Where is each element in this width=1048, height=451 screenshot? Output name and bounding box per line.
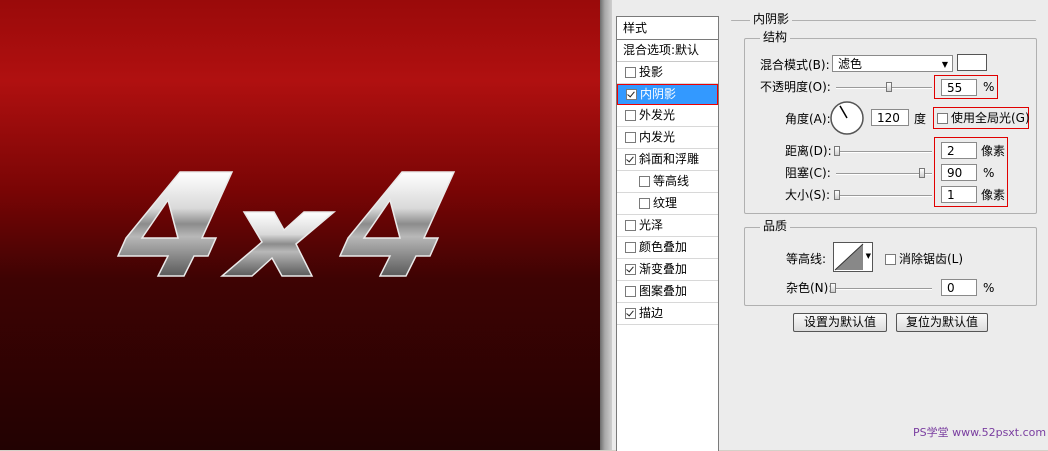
contour-dropdown-icon[interactable]: ▼ <box>866 252 871 260</box>
opacity-slider-thumb[interactable] <box>885 82 892 92</box>
style-item[interactable]: 颜色叠加 <box>617 237 718 259</box>
size-slider-thumb[interactable] <box>834 190 840 200</box>
style-item-label: 等高线 <box>653 174 690 188</box>
style-item[interactable]: 内阴影 <box>617 84 718 105</box>
style-item-label: 图案叠加 <box>639 284 688 298</box>
style-item-checkbox[interactable] <box>625 286 636 297</box>
quality-group-title: 品质 <box>760 219 791 233</box>
style-item-label: 内发光 <box>639 130 676 144</box>
style-item[interactable]: 图案叠加 <box>617 281 718 303</box>
style-item-checkbox[interactable] <box>626 89 637 100</box>
logo-4x4-artwork <box>116 171 456 277</box>
anti-alias-checkbox[interactable]: 消除锯齿(L) <box>885 251 963 267</box>
angle-unit: 度 <box>914 112 927 126</box>
global-light-label: 使用全局光(G) <box>951 111 1030 125</box>
style-item[interactable]: 渐变叠加 <box>617 259 718 281</box>
style-item-checkbox[interactable] <box>625 308 636 319</box>
distance-label: 距离(D): <box>785 144 832 158</box>
angle-label: 角度(A): <box>785 112 831 126</box>
blend-color-swatch[interactable] <box>957 54 987 71</box>
style-item-checkbox[interactable] <box>625 67 636 78</box>
style-item-label: 描边 <box>639 306 664 320</box>
blend-mode-value: 滤色 <box>838 57 863 71</box>
style-item-label: 颜色叠加 <box>639 240 688 254</box>
size-input[interactable]: 1 <box>941 186 977 203</box>
style-item[interactable]: 外发光 <box>617 105 718 127</box>
style-item-checkbox[interactable] <box>625 132 636 143</box>
blend-mode-label: 混合模式(B): <box>760 58 830 72</box>
canvas-scrollbar[interactable] <box>600 0 612 450</box>
anti-alias-label: 消除锯齿(L) <box>899 252 964 266</box>
chevron-down-icon: ▼ <box>941 60 948 69</box>
global-light-checkbox[interactable]: 使用全局光(G) <box>937 110 1030 126</box>
style-item-checkbox[interactable] <box>625 110 636 121</box>
style-item-checkbox[interactable] <box>625 242 636 253</box>
style-item-label: 内阴影 <box>640 87 677 101</box>
style-item-checkbox[interactable] <box>639 198 650 209</box>
noise-slider-thumb[interactable] <box>830 283 836 293</box>
panel-title: 内阴影 <box>750 12 793 26</box>
opacity-input[interactable]: 55 <box>941 79 977 96</box>
choke-slider-thumb[interactable] <box>919 168 926 178</box>
document-canvas[interactable]: 4x4 <box>0 0 600 450</box>
choke-label: 阻塞(C): <box>785 166 831 180</box>
angle-input[interactable]: 120 <box>871 109 909 126</box>
style-item[interactable]: 投影 <box>617 62 718 84</box>
distance-slider[interactable] <box>836 151 932 153</box>
style-list: 样式 混合选项:默认 投影内阴影外发光内发光斜面和浮雕等高线纹理光泽颜色叠加渐变… <box>616 16 719 451</box>
style-item-checkbox[interactable] <box>625 220 636 231</box>
choke-unit: % <box>983 166 995 180</box>
structure-group-title: 结构 <box>760 30 791 44</box>
noise-input[interactable]: 0 <box>941 279 977 296</box>
global-light-checkbox-box[interactable] <box>937 112 948 124</box>
style-item-checkbox[interactable] <box>625 264 636 275</box>
set-default-button[interactable]: 设置为默认值 <box>793 313 887 332</box>
style-item[interactable]: 等高线 <box>617 171 718 193</box>
size-slider[interactable] <box>836 195 932 197</box>
blend-mode-select[interactable]: 滤色 ▼ <box>832 55 953 72</box>
distance-unit: 像素 <box>981 144 1006 158</box>
style-item-label: 斜面和浮雕 <box>639 152 700 166</box>
style-item-label: 外发光 <box>639 108 676 122</box>
opacity-slider[interactable] <box>836 87 932 89</box>
choke-slider[interactable] <box>836 173 932 175</box>
style-item-label: 投影 <box>639 65 664 79</box>
size-label: 大小(S): <box>785 188 831 202</box>
contour-picker[interactable]: ▼ <box>833 242 873 272</box>
noise-label: 杂色(N): <box>786 281 833 295</box>
style-item[interactable]: 内发光 <box>617 127 718 149</box>
contour-preview-icon <box>834 243 864 271</box>
style-item-label: 光泽 <box>639 218 664 232</box>
style-list-header[interactable]: 样式 <box>617 17 718 40</box>
style-item[interactable]: 纹理 <box>617 193 718 215</box>
angle-dial[interactable] <box>829 100 865 136</box>
style-item[interactable]: 光泽 <box>617 215 718 237</box>
reset-default-button[interactable]: 复位为默认值 <box>896 313 988 332</box>
style-item-checkbox[interactable] <box>625 154 636 165</box>
noise-unit: % <box>983 281 995 295</box>
watermark: PS学堂 www.52psxt.com <box>913 426 1047 439</box>
anti-alias-checkbox-box[interactable] <box>885 253 896 265</box>
style-item-label: 渐变叠加 <box>639 262 688 276</box>
style-item[interactable]: 斜面和浮雕 <box>617 149 718 171</box>
style-item-label: 纹理 <box>653 196 678 210</box>
choke-input[interactable]: 90 <box>941 164 977 181</box>
contour-label: 等高线: <box>786 252 827 266</box>
noise-slider[interactable] <box>832 288 932 290</box>
blend-options-item[interactable]: 混合选项:默认 <box>617 40 718 62</box>
style-item[interactable]: 描边 <box>617 303 718 325</box>
distance-slider-thumb[interactable] <box>834 146 840 156</box>
opacity-unit: % <box>983 80 995 94</box>
distance-input[interactable]: 2 <box>941 142 977 159</box>
opacity-label: 不透明度(O): <box>760 80 831 94</box>
style-item-checkbox[interactable] <box>639 176 650 187</box>
size-unit: 像素 <box>981 188 1006 202</box>
